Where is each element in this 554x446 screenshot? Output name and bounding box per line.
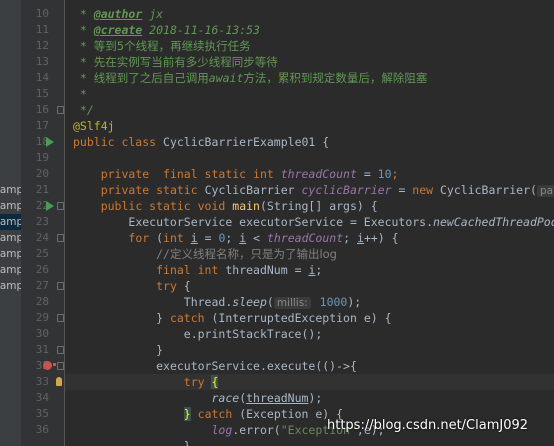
code-line: } bbox=[156, 343, 164, 357]
line-number: 12 bbox=[35, 39, 49, 52]
tree-item-selected[interactable]: Example01 bbox=[0, 214, 21, 230]
code-line: ExecutorService executorService = Execut… bbox=[128, 215, 554, 229]
line-number: 15 bbox=[35, 87, 49, 100]
line-number: 19 bbox=[35, 151, 49, 164]
fold-icon[interactable] bbox=[57, 362, 64, 370]
run-icon[interactable] bbox=[46, 201, 54, 211]
tree-item[interactable]: Example03 bbox=[0, 262, 21, 278]
line-number: 10 bbox=[35, 7, 49, 20]
code-line: Thread.sleep(millis: 1000); bbox=[183, 295, 362, 309]
code-line: @Slf4j bbox=[73, 119, 115, 133]
line-number: 23 bbox=[35, 215, 49, 228]
parameter-hint: parties: bbox=[536, 185, 554, 197]
code-line: * @create 2018-11-16-13:53 bbox=[73, 23, 260, 37]
fold-icon[interactable] bbox=[57, 234, 64, 242]
line-number: 14 bbox=[35, 71, 49, 84]
tree-item[interactable]: Example bbox=[0, 198, 21, 214]
code-line: * 线程到了之后自己调用await方法，累积到规定数量后，解除阻塞 bbox=[73, 71, 428, 85]
code-line: for (int i = 0; i < threadCount; i++) { bbox=[128, 231, 399, 245]
line-number: 24 bbox=[35, 231, 49, 244]
code-line: final int threadNum = i; bbox=[156, 263, 323, 277]
line-number: 21 bbox=[35, 183, 49, 196]
line-number: 28 bbox=[35, 295, 49, 308]
line-number: 11 bbox=[35, 23, 49, 36]
line-number: 29 bbox=[35, 311, 49, 324]
line-number: 30 bbox=[35, 327, 49, 340]
line-number: 16 bbox=[35, 103, 49, 116]
code-line: * bbox=[73, 87, 87, 101]
line-number: 22 bbox=[35, 199, 49, 212]
line-number: 31 bbox=[35, 343, 49, 356]
breakpoint-icon[interactable] bbox=[43, 361, 56, 370]
tree-item[interactable]: Example02 bbox=[0, 246, 21, 262]
code-line-current: try { bbox=[65, 374, 554, 390]
lightbulb-icon[interactable] bbox=[56, 377, 62, 386]
code-line: public class CyclicBarrierExample01 { bbox=[73, 135, 330, 149]
line-number: 18 bbox=[35, 135, 49, 148]
line-number: 27 bbox=[35, 279, 49, 292]
tree-item[interactable]: Example01 bbox=[0, 230, 21, 246]
code-line: } bbox=[183, 439, 191, 446]
code-line: * 先在实例写当前有多少线程同步等待 bbox=[73, 55, 278, 69]
line-number: 25 bbox=[35, 247, 49, 260]
line-number: 13 bbox=[35, 55, 49, 68]
editor-gutter[interactable]: 10 11 12 13 14 15 16 17 18 19 20 21 22 2… bbox=[21, 0, 65, 446]
run-icon[interactable] bbox=[46, 137, 54, 147]
matched-brace: { bbox=[211, 375, 219, 389]
fold-icon[interactable] bbox=[57, 106, 64, 114]
code-line: private final static int threadCount = 1… bbox=[100, 167, 399, 181]
code-line: * 等到5个线程，再继续执行任务 bbox=[73, 39, 251, 53]
watermark-text: https://blog.csdn.net/ClamJ092 bbox=[327, 418, 529, 433]
code-line: public static void main(String[] args) { bbox=[100, 199, 378, 213]
line-number: 35 bbox=[35, 407, 49, 420]
code-line: * @author jx bbox=[73, 7, 164, 21]
project-tree-panel: Example Example Example01 Example01 Exam… bbox=[0, 0, 21, 446]
tree-item[interactable]: Example04 bbox=[0, 278, 21, 294]
fold-icon[interactable] bbox=[57, 314, 64, 322]
line-number: 33 bbox=[35, 375, 49, 388]
code-editor[interactable]: * @author jx * @create 2018-11-16-13:53 … bbox=[65, 0, 554, 446]
code-line: private static CyclicBarrier cyclicBarri… bbox=[65, 182, 554, 198]
line-number: 26 bbox=[35, 263, 49, 276]
tree-item[interactable]: Example bbox=[0, 182, 21, 198]
fold-icon[interactable] bbox=[57, 282, 64, 290]
fold-icon[interactable] bbox=[57, 202, 64, 210]
code-line: */ bbox=[73, 103, 94, 117]
line-number: 17 bbox=[35, 119, 49, 132]
code-line: try { bbox=[156, 279, 191, 293]
matched-brace: } bbox=[183, 407, 191, 421]
line-number: 36 bbox=[35, 423, 49, 436]
line-number: 34 bbox=[35, 391, 49, 404]
code-line: executorService.execute(()->{ bbox=[156, 359, 357, 373]
fold-icon[interactable] bbox=[57, 346, 64, 354]
code-line: //定义线程名称，只是为了输出log bbox=[156, 247, 337, 261]
line-number: 20 bbox=[35, 167, 49, 180]
parameter-hint: millis: bbox=[273, 297, 311, 309]
code-line: } catch (InterruptedException e) { bbox=[156, 311, 392, 325]
code-line: e.printStackTrace(); bbox=[183, 327, 323, 341]
code-line: race(threadNum); bbox=[211, 391, 323, 405]
